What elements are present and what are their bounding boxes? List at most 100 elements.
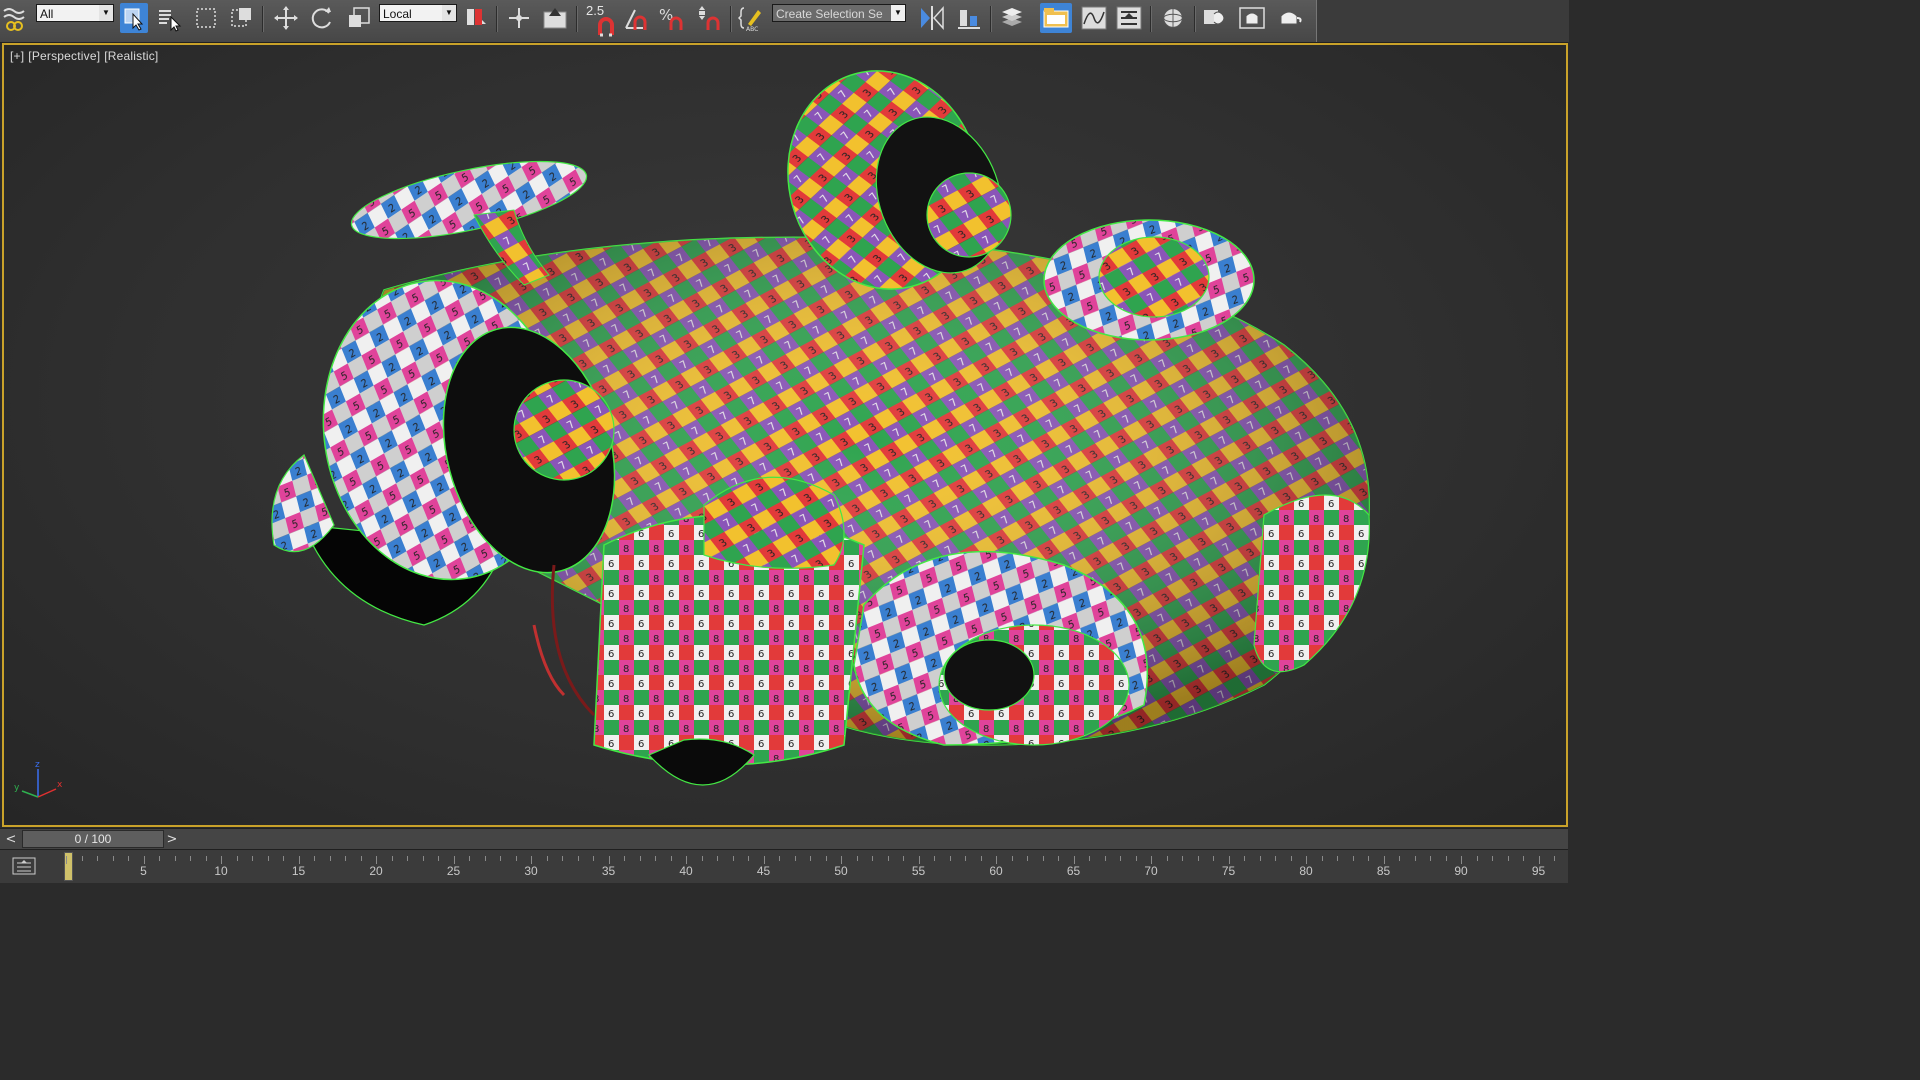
selection-filter-value: All bbox=[40, 7, 54, 21]
ruler-tick-label: 50 bbox=[834, 864, 848, 878]
ruler-tick bbox=[469, 856, 470, 861]
chevron-down-icon: ▼ bbox=[99, 5, 113, 21]
material-editor-icon[interactable] bbox=[1159, 3, 1187, 33]
rotate-icon[interactable] bbox=[308, 3, 336, 33]
prev-frame-button[interactable]: < bbox=[3, 831, 19, 847]
ruler-tick bbox=[112, 856, 114, 861]
key-filter-icon[interactable] bbox=[6, 854, 42, 878]
ruler-tick bbox=[438, 856, 439, 861]
scene-explorer-icon[interactable] bbox=[1040, 3, 1072, 33]
ruler-tick bbox=[422, 856, 424, 861]
ruler-tick bbox=[500, 856, 501, 861]
ruler-tick-label: 15 bbox=[291, 864, 306, 878]
ruler-tick bbox=[205, 856, 207, 861]
angle-snap-icon[interactable] bbox=[622, 3, 650, 33]
ruler-tick bbox=[732, 856, 734, 861]
ruler-tick-label: 55 bbox=[911, 864, 926, 878]
ruler-tick bbox=[1166, 856, 1168, 861]
ruler-tick bbox=[236, 856, 238, 861]
axis-tripod-icon: z x y bbox=[14, 760, 63, 798]
ruler-tick bbox=[918, 856, 920, 864]
ruler-tick bbox=[763, 856, 765, 864]
ruler-tick bbox=[360, 856, 362, 861]
mirror-icon[interactable] bbox=[918, 3, 946, 33]
ruler-tick bbox=[1321, 856, 1323, 861]
pivot-center-icon[interactable] bbox=[462, 3, 490, 33]
ruler-tick bbox=[1368, 856, 1369, 861]
ruler-tick bbox=[1244, 856, 1245, 861]
scale-icon[interactable] bbox=[345, 3, 373, 33]
edit-named-sets-icon[interactable]: ABC bbox=[737, 3, 765, 33]
ruler-tick bbox=[1445, 856, 1447, 861]
ruler-tick bbox=[1259, 856, 1261, 861]
ruler-tick bbox=[1197, 856, 1199, 861]
schematic-view-icon[interactable] bbox=[1115, 3, 1143, 33]
percent-snap-icon[interactable]: % bbox=[657, 3, 685, 33]
ruler-tick bbox=[1011, 856, 1013, 861]
ruler-tick bbox=[949, 856, 951, 861]
window-crossing-icon[interactable] bbox=[228, 3, 256, 33]
ruler-tick bbox=[329, 856, 331, 861]
ruler-tick bbox=[748, 856, 749, 861]
ruler-tick bbox=[686, 856, 687, 864]
select-object-icon[interactable] bbox=[120, 3, 148, 33]
keyboard-shortcut-override-icon[interactable] bbox=[541, 3, 569, 33]
undo-history-icon[interactable] bbox=[0, 3, 28, 33]
selection-filter-dropdown[interactable]: All ▼ bbox=[36, 4, 114, 22]
ruler-tick bbox=[314, 856, 315, 861]
ruler-tick bbox=[531, 856, 532, 864]
render-frame-window-icon[interactable] bbox=[1238, 3, 1266, 33]
render-setup-icon[interactable] bbox=[1202, 3, 1230, 33]
ruler-tick bbox=[1399, 856, 1400, 861]
track-bar-ruler[interactable]: 5 10 15 20 25 30 35 40 45 50 55 60 65 70 75 80 85 90 95 bbox=[58, 850, 1560, 883]
ruler-tick bbox=[1275, 856, 1276, 861]
align-icon[interactable] bbox=[955, 3, 983, 33]
ruler-tick bbox=[655, 856, 656, 861]
time-slider-thumb[interactable]: 0 / 100 bbox=[22, 830, 164, 848]
ruler-tick bbox=[670, 856, 672, 861]
render-production-icon[interactable] bbox=[1275, 3, 1303, 33]
next-frame-button[interactable]: > bbox=[164, 831, 180, 847]
ruler-tick bbox=[779, 856, 780, 861]
svg-text:ABC: ABC bbox=[746, 26, 758, 32]
select-by-name-icon[interactable] bbox=[155, 3, 183, 33]
chevron-down-icon: ▼ bbox=[442, 5, 456, 21]
ruler-tick-label: 95 bbox=[1531, 864, 1546, 878]
ruler-tick bbox=[546, 856, 548, 861]
reference-coordinate-dropdown[interactable]: Local ▼ bbox=[379, 4, 457, 22]
ruler-tick bbox=[66, 856, 67, 864]
reference-coordinate-value: Local bbox=[383, 7, 412, 21]
named-selection-set-value: Create Selection Se bbox=[776, 7, 883, 21]
rect-selection-region-icon[interactable] bbox=[192, 3, 220, 33]
ruler-tick-label: 65 bbox=[1066, 864, 1081, 878]
spinner-snap-icon[interactable] bbox=[694, 3, 722, 33]
ruler-tick bbox=[608, 856, 610, 864]
ruler-tick bbox=[980, 856, 982, 861]
ruler-tick bbox=[1135, 856, 1137, 861]
right-thruster-mesh[interactable] bbox=[1043, 219, 1255, 341]
ruler-tick bbox=[128, 856, 129, 861]
ruler-tick bbox=[298, 856, 300, 864]
time-slider[interactable]: < 0 / 100 > bbox=[0, 828, 1568, 849]
ruler-tick bbox=[810, 856, 811, 861]
manipulate-icon[interactable] bbox=[505, 3, 533, 33]
ruler-tick bbox=[717, 856, 718, 861]
curve-editor-icon[interactable] bbox=[1080, 3, 1108, 33]
ruler-tick bbox=[1042, 856, 1044, 861]
ruler-tick bbox=[190, 856, 191, 861]
ruler-tick bbox=[639, 856, 641, 861]
ruler-tick bbox=[1151, 856, 1152, 864]
right-flank-mesh[interactable] bbox=[1253, 494, 1370, 673]
ruler-tick bbox=[841, 856, 842, 864]
ruler-tick bbox=[1073, 856, 1075, 864]
named-selection-set-dropdown[interactable]: Create Selection Se ▼ bbox=[772, 4, 906, 22]
ruler-tick-label: 30 bbox=[524, 864, 538, 878]
ruler-tick bbox=[1058, 856, 1059, 861]
move-icon[interactable] bbox=[272, 3, 300, 33]
layer-manager-icon[interactable] bbox=[998, 3, 1026, 33]
perspective-viewport[interactable]: [+][Perspective][Realistic] 3 7 5 2 6 8 bbox=[2, 43, 1568, 827]
chevron-down-icon: ▼ bbox=[891, 5, 905, 21]
track-bar[interactable]: 5 10 15 20 25 30 35 40 45 50 55 60 65 70 75 80 85 90 95 bbox=[0, 849, 1568, 883]
snaps-toggle-icon[interactable] bbox=[592, 10, 620, 40]
ruler-tick bbox=[1430, 856, 1431, 861]
